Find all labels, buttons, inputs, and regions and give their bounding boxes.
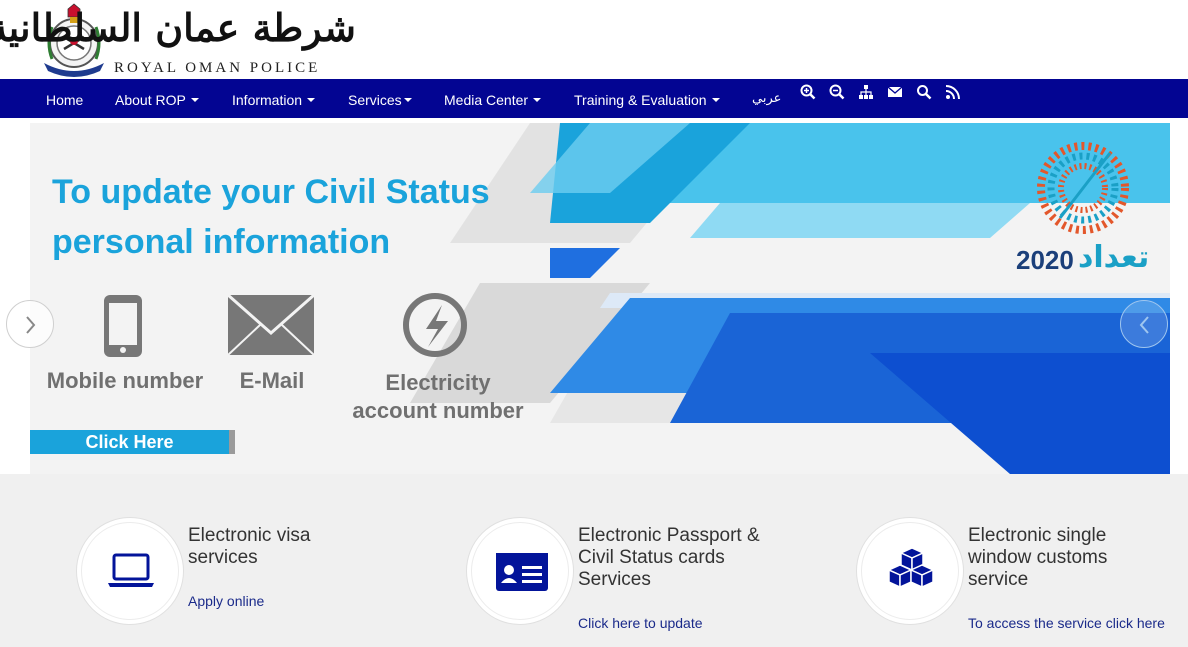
passport-service-icon-circle[interactable] bbox=[466, 517, 574, 625]
main-navbar: Home About ROP Information Services Medi… bbox=[0, 79, 1188, 118]
envelope-icon bbox=[227, 293, 315, 356]
nav-about-label: About ROP bbox=[115, 92, 186, 108]
logo-english-text: ROYAL OMAN POLICE bbox=[114, 60, 321, 76]
nav-home[interactable]: Home bbox=[46, 79, 83, 118]
visa-apply-online-link[interactable]: Apply online bbox=[188, 593, 264, 609]
census-year-text: 2020 bbox=[1016, 245, 1074, 275]
electricity-label: Electricity account number bbox=[348, 369, 528, 425]
visa-title-line1: Electronic visa bbox=[188, 525, 311, 546]
customs-service-title: Electronic single window customs service bbox=[968, 525, 1107, 591]
site-header: شرطة عمان السلطانية ROYAL OMAN POLICE bbox=[0, 0, 1188, 79]
visa-service-icon-inner bbox=[81, 522, 179, 620]
chevron-down-icon bbox=[307, 98, 316, 103]
zoom-in-icon[interactable] bbox=[800, 84, 816, 100]
nav-about-rop[interactable]: About ROP bbox=[115, 79, 199, 118]
email-label: E-Mail bbox=[239, 368, 305, 393]
mobile-phone-icon bbox=[104, 295, 142, 357]
slider-prev-button[interactable] bbox=[1120, 300, 1168, 348]
visa-service-icon-circle[interactable] bbox=[76, 517, 184, 625]
nav-training-label: Training & Evaluation bbox=[574, 92, 707, 108]
nav-information-label: Information bbox=[232, 92, 303, 108]
language-arabic-link[interactable]: عربي bbox=[752, 91, 781, 106]
nav-training-evaluation[interactable]: Training & Evaluation bbox=[574, 79, 720, 118]
customs-access-link[interactable]: To access the service click here bbox=[968, 615, 1165, 631]
slider-next-button[interactable] bbox=[6, 300, 54, 348]
customs-service-icon-inner bbox=[861, 522, 959, 620]
customs-service-icon-circle[interactable] bbox=[856, 517, 964, 625]
id-card-icon bbox=[496, 553, 548, 591]
chevron-down-icon bbox=[403, 98, 412, 103]
logo-arabic-text: شرطة عمان السلطانية bbox=[0, 5, 356, 50]
passport-service-title: Electronic Passport & Civil Status cards… bbox=[578, 525, 760, 591]
chevron-down-icon bbox=[711, 98, 720, 103]
electricity-label-line1: Electricity bbox=[385, 370, 491, 395]
passport-title-line1: Electronic Passport & bbox=[578, 525, 760, 546]
rss-icon[interactable] bbox=[945, 84, 961, 100]
customs-title-line1: Electronic single bbox=[968, 525, 1107, 546]
nav-media-label: Media Center bbox=[444, 92, 529, 108]
chevron-down-icon bbox=[190, 98, 199, 103]
chevron-left-icon bbox=[1139, 316, 1149, 334]
laptop-icon bbox=[108, 553, 154, 587]
hero-banner-slide[interactable]: To update your Civil Status personal inf… bbox=[30, 123, 1170, 474]
services-section: Electronic visa services Apply online El… bbox=[0, 474, 1188, 647]
visa-title-line2: services bbox=[188, 547, 258, 568]
nav-home-label: Home bbox=[46, 92, 84, 108]
chevron-right-icon bbox=[26, 316, 36, 334]
nav-services[interactable]: Services bbox=[348, 79, 412, 118]
passport-title-line3: Services bbox=[578, 569, 651, 590]
mobile-number-label: Mobile number bbox=[46, 368, 204, 393]
customs-title-line3: service bbox=[968, 569, 1029, 590]
customs-title-line2: window customs bbox=[968, 547, 1108, 568]
mail-icon[interactable] bbox=[887, 84, 903, 100]
nav-services-label: Services bbox=[348, 92, 402, 108]
banner-title-line1: To update your Civil Status bbox=[52, 173, 490, 211]
visa-service-title: Electronic visa services bbox=[188, 525, 311, 569]
chevron-down-icon bbox=[533, 98, 542, 103]
banner-title-line2: personal information bbox=[52, 223, 391, 261]
sitemap-icon[interactable] bbox=[858, 84, 874, 100]
passport-title-line2: Civil Status cards bbox=[578, 547, 725, 568]
nav-media-center[interactable]: Media Center bbox=[444, 79, 542, 118]
passport-service-icon-inner bbox=[471, 522, 569, 620]
search-icon[interactable] bbox=[916, 84, 932, 100]
banner-title: To update your Civil Status personal inf… bbox=[52, 167, 490, 267]
nav-information[interactable]: Information bbox=[232, 79, 316, 118]
electricity-label-line2: account number bbox=[352, 398, 524, 423]
boxes-icon bbox=[887, 547, 935, 589]
zoom-out-icon[interactable] bbox=[829, 84, 845, 100]
passport-update-link[interactable]: Click here to update bbox=[578, 615, 703, 631]
census-arabic-text: تعداد bbox=[1078, 240, 1150, 275]
click-here-button[interactable]: Click Here bbox=[30, 430, 235, 454]
